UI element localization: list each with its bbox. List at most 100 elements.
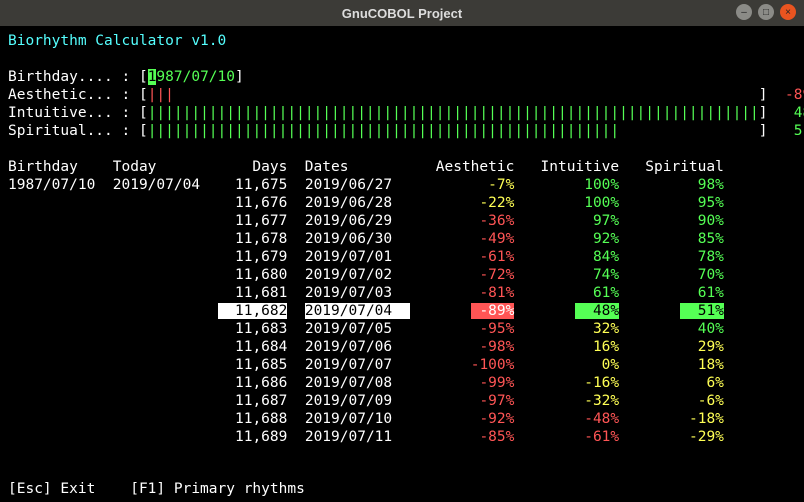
cell-intuitive: -48% <box>575 411 619 427</box>
cell-aesthetic: -22% <box>471 195 515 211</box>
table-row[interactable]: 11,683 2019/07/05 -95% 32% 40% <box>8 321 724 337</box>
window-title: GnuCOBOL Project <box>0 6 804 21</box>
table-row[interactable]: 11,685 2019/07/07 -100% 0% 18% <box>8 357 724 373</box>
cell-days: 11,680 <box>218 267 288 283</box>
hint-esc[interactable]: [Esc] Exit <box>8 481 130 497</box>
cell-date: 2019/07/03 <box>305 285 410 301</box>
cell-date: 2019/07/04 <box>305 303 410 319</box>
cell-spiritual: 95% <box>680 195 724 211</box>
cell-aesthetic: -89% <box>471 303 515 319</box>
table-row[interactable]: 1987/07/10 2019/07/04 11,675 2019/06/27 … <box>8 177 724 193</box>
cell-days: 11,688 <box>218 411 288 427</box>
cell-intuitive: 0% <box>575 357 619 373</box>
table-row[interactable]: 11,686 2019/07/08 -99% -16% 6% <box>8 375 724 391</box>
cell-spiritual: 70% <box>680 267 724 283</box>
cell-date: 2019/07/10 <box>305 411 410 427</box>
cell-date: 2019/07/08 <box>305 375 410 391</box>
table-row[interactable]: 11,688 2019/07/10 -92% -48% -18% <box>8 411 724 427</box>
table-row[interactable]: 11,680 2019/07/02 -72% 74% 70% <box>8 267 724 283</box>
cell-spiritual: -29% <box>680 429 724 445</box>
app-window: GnuCOBOL Project – □ × Biorhythm Calcula… <box>0 0 804 502</box>
table-row[interactable]: 11,689 2019/07/11 -85% -61% -29% <box>8 429 724 445</box>
cell-date: 2019/07/01 <box>305 249 410 265</box>
cell-intuitive: -61% <box>575 429 619 445</box>
cell-aesthetic: -85% <box>471 429 515 445</box>
cell-intuitive: 32% <box>575 321 619 337</box>
maximize-icon[interactable]: □ <box>758 4 774 20</box>
cell-date: 2019/06/29 <box>305 213 410 229</box>
cell-date: 2019/07/09 <box>305 393 410 409</box>
cell-days: 11,676 <box>218 195 288 211</box>
cell-days: 11,679 <box>218 249 288 265</box>
rhythm-pct-0: -89% <box>776 87 804 103</box>
cell-spiritual: 78% <box>680 249 724 265</box>
cell-intuitive: 48% <box>575 303 619 319</box>
cell-aesthetic: -100% <box>471 357 515 373</box>
terminal[interactable]: Biorhythm Calculator v1.0 Birthday.... :… <box>0 26 804 502</box>
close-icon[interactable]: × <box>780 4 796 20</box>
cell-date: 2019/07/07 <box>305 357 410 373</box>
cell-spiritual: 85% <box>680 231 724 247</box>
cell-date: 2019/07/11 <box>305 429 410 445</box>
cell-aesthetic: -7% <box>471 177 515 193</box>
table-row[interactable]: 11,687 2019/07/09 -97% -32% -6% <box>8 393 724 409</box>
cell-aesthetic: -81% <box>471 285 515 301</box>
cell-days: 11,675 <box>218 177 288 193</box>
cell-days: 11,678 <box>218 231 288 247</box>
cell-spiritual: 51% <box>680 303 724 319</box>
app-title: Biorhythm Calculator v1.0 <box>8 33 226 49</box>
cell-spiritual: 98% <box>680 177 724 193</box>
birthday-value: 987/07/10 <box>156 69 235 85</box>
cell-aesthetic: -72% <box>471 267 515 283</box>
table-row[interactable]: 11,679 2019/07/01 -61% 84% 78% <box>8 249 724 265</box>
hint-f1[interactable]: [F1] Primary rhythms <box>130 481 305 497</box>
table-row[interactable]: 11,681 2019/07/03 -81% 61% 61% <box>8 285 724 301</box>
table-row[interactable]: 11,677 2019/06/29 -36% 97% 90% <box>8 213 724 229</box>
table-row[interactable]: 11,676 2019/06/28 -22% 100% 95% <box>8 195 724 211</box>
rhythm-label-2: Spiritual... : <box>8 123 139 139</box>
table-row[interactable]: 11,682 2019/07/04 -89% 48% 51% <box>8 303 724 319</box>
cell-date: 2019/07/06 <box>305 339 410 355</box>
cell-days: 11,682 <box>218 303 288 319</box>
cell-spiritual: 6% <box>680 375 724 391</box>
cell-aesthetic: -98% <box>471 339 515 355</box>
cell-intuitive: 100% <box>575 177 619 193</box>
cell-intuitive: -16% <box>575 375 619 391</box>
table-row[interactable]: 11,684 2019/07/06 -98% 16% 29% <box>8 339 724 355</box>
rhythm-label-0: Aesthetic... : <box>8 87 139 103</box>
cell-spiritual: 18% <box>680 357 724 373</box>
cell-days: 11,681 <box>218 285 288 301</box>
cell-date: 2019/06/28 <box>305 195 410 211</box>
cell-days: 11,689 <box>218 429 288 445</box>
cell-spiritual: 61% <box>680 285 724 301</box>
minimize-icon[interactable]: – <box>736 4 752 20</box>
table-row[interactable]: 11,678 2019/06/30 -49% 92% 85% <box>8 231 724 247</box>
cell-date: 2019/07/02 <box>305 267 410 283</box>
table-header: Birthday Today Days Dates Aesthetic Intu… <box>8 159 724 175</box>
cell-spiritual: 40% <box>680 321 724 337</box>
cell-days: 11,686 <box>218 375 288 391</box>
cell-aesthetic: -95% <box>471 321 515 337</box>
rhythm-bar-1: ||||||||||||||||||||||||||||||||||||||||… <box>148 105 759 121</box>
cell-days: 11,677 <box>218 213 288 229</box>
cell-date: 2019/06/27 <box>305 177 410 193</box>
cell-intuitive: 100% <box>575 195 619 211</box>
cell-spiritual: 29% <box>680 339 724 355</box>
rhythm-bar-0: ||| <box>148 87 174 103</box>
cell-days: 11,683 <box>218 321 288 337</box>
cell-aesthetic: -61% <box>471 249 515 265</box>
cell-aesthetic: -97% <box>471 393 515 409</box>
titlebar[interactable]: GnuCOBOL Project – □ × <box>0 0 804 26</box>
cell-date: 2019/06/30 <box>305 231 410 247</box>
rhythm-pct-1: 48% <box>776 105 804 121</box>
cell-date: 2019/07/05 <box>305 321 410 337</box>
cell-spiritual: -18% <box>680 411 724 427</box>
cell-days: 11,684 <box>218 339 288 355</box>
cell-intuitive: 16% <box>575 339 619 355</box>
cell-aesthetic: -99% <box>471 375 515 391</box>
cell-aesthetic: -92% <box>471 411 515 427</box>
cell-intuitive: 61% <box>575 285 619 301</box>
cell-intuitive: -32% <box>575 393 619 409</box>
window-controls: – □ × <box>736 4 796 20</box>
rhythm-pct-2: 51% <box>776 123 804 139</box>
